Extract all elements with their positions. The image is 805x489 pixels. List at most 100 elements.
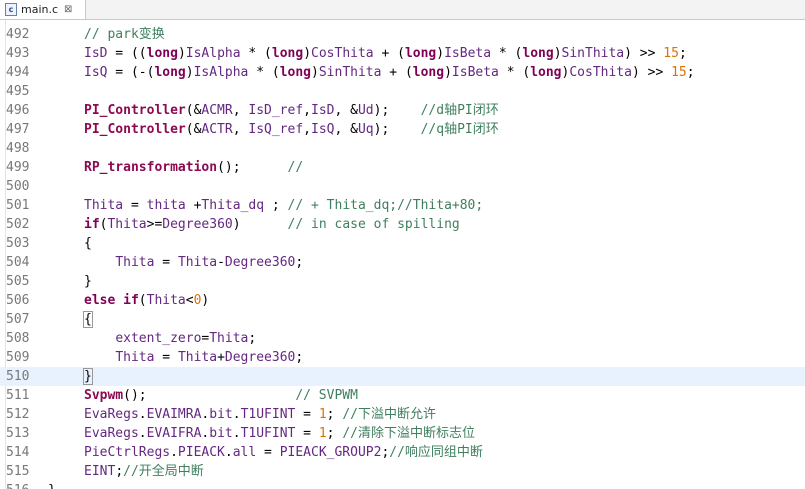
code-text[interactable]: RP_transformation(); // xyxy=(84,158,303,177)
code-line[interactable]: 507 { xyxy=(0,310,805,329)
code-line[interactable]: 512 EvaRegs.EVAIMRA.bit.T1UFINT = 1; //下溢… xyxy=(0,405,805,424)
code-token: IsBeta xyxy=(444,46,492,61)
code-token: long xyxy=(154,65,186,80)
code-line[interactable]: 499 RP_transformation(); // xyxy=(0,158,805,177)
code-text[interactable]: if(Thita>=Degree360) // in case of spill… xyxy=(84,215,460,234)
code-token: long xyxy=(404,46,437,61)
code-line[interactable]: 515 EINT;//开全局中断 xyxy=(0,462,805,481)
line-number: 501 xyxy=(6,198,30,213)
line-number: 507 xyxy=(6,312,30,327)
line-number: 509 xyxy=(6,350,30,365)
code-token: ) >> xyxy=(624,46,664,61)
code-token: ; xyxy=(295,255,304,270)
code-token: T1UFINT xyxy=(240,426,296,441)
code-line[interactable]: 505} xyxy=(0,272,805,291)
code-token: PieCtrlRegs xyxy=(84,445,171,460)
code-line[interactable]: 504 Thita = Thita-Degree360; xyxy=(0,253,805,272)
code-line[interactable]: 500 xyxy=(0,177,805,196)
code-line[interactable]: 497 PI_Controller(&ACTR, IsQ_ref,IsQ, &Uq… xyxy=(0,120,805,139)
code-text[interactable]: EvaRegs.EVAIFRA.bit.T1UFINT = 1; //清除下溢中… xyxy=(84,424,475,443)
text-cursor xyxy=(91,368,93,383)
code-line[interactable]: 496 PI_Controller(&ACMR, IsD_ref,IsD, &Ud… xyxy=(0,101,805,120)
code-token: else xyxy=(84,293,116,308)
code-token: ) xyxy=(553,46,562,61)
code-token: ; xyxy=(264,198,288,213)
code-text[interactable]: } xyxy=(83,367,93,386)
code-token: PIEACK_GROUP2 xyxy=(279,445,382,460)
code-editor[interactable]: 492// park变换 493 IsD = ((long)IsAlpha * (l… xyxy=(0,20,805,489)
code-line[interactable]: 509 Thita = Thita+Degree360; xyxy=(0,348,805,367)
code-text[interactable]: else if(Thita<0) xyxy=(84,291,209,310)
code-line[interactable]: 506 else if(Thita<0) xyxy=(0,291,805,310)
line-number: 498 xyxy=(6,141,30,156)
code-token: // + Thita_dq;//Thita+80; xyxy=(287,198,484,213)
code-token: = xyxy=(295,426,319,441)
code-text[interactable]: } xyxy=(48,481,56,489)
line-number: 494 xyxy=(6,65,30,80)
code-token: , & xyxy=(334,103,358,118)
code-text[interactable]: EvaRegs.EVAIMRA.bit.T1UFINT = 1; //下溢中断允… xyxy=(84,405,436,424)
code-text[interactable]: PI_Controller(&ACTR, IsQ_ref,IsQ, &Uq); … xyxy=(84,120,499,139)
code-text[interactable]: extent_zero=Thita; xyxy=(84,329,256,348)
code-token: ACMR xyxy=(201,103,233,118)
code-line[interactable]: 494 IsQ = (-(long)IsAlpha * (long)SinThit… xyxy=(0,63,805,82)
code-text[interactable]: IsD = ((long)IsAlpha * (long)CosThita + … xyxy=(84,44,687,63)
code-token: . xyxy=(138,407,147,422)
line-number: 511 xyxy=(6,388,30,403)
code-token: IsQ_ref xyxy=(248,122,304,137)
code-line[interactable]: 516} xyxy=(0,481,805,489)
code-line[interactable]: 502 if(Thita>=Degree360) // in case of sp… xyxy=(0,215,805,234)
code-text[interactable]: EINT;//开全局中断 xyxy=(84,462,204,481)
code-text[interactable]: PieCtrlRegs.PIEACK.all = PIEACK_GROUP2;/… xyxy=(84,443,483,462)
code-token: long xyxy=(271,46,304,61)
code-line[interactable]: 510} xyxy=(0,367,805,386)
code-line[interactable]: 493 IsD = ((long)IsAlpha * (long)CosThita… xyxy=(0,44,805,63)
code-line[interactable]: 498 xyxy=(0,139,805,158)
code-token: bit xyxy=(209,407,233,422)
code-text[interactable]: { xyxy=(83,310,93,329)
code-token: = xyxy=(295,407,319,422)
code-line[interactable]: 501 Thita = thita +Thita_dq ; // + Thita_… xyxy=(0,196,805,215)
code-token: 1 xyxy=(318,407,327,422)
code-line[interactable]: 492 // park变换 xyxy=(0,25,805,44)
code-token: // park变换 xyxy=(84,27,165,42)
code-token: , xyxy=(303,103,311,118)
code-text[interactable]: { xyxy=(84,234,92,253)
code-token: < xyxy=(185,293,194,308)
line-number: 510 xyxy=(6,369,30,384)
line-number: 505 xyxy=(6,274,30,289)
code-text[interactable]: Thita = thita +Thita_dq ; // + Thita_dq;… xyxy=(84,196,483,215)
code-token: thita xyxy=(146,198,186,213)
code-token: long xyxy=(530,65,562,80)
code-text[interactable]: // park变换 xyxy=(84,25,165,44)
close-icon[interactable]: ⊠ xyxy=(64,4,72,15)
code-token: Degree360 xyxy=(224,255,296,270)
code-token: = (-( xyxy=(107,65,155,80)
code-token: ) xyxy=(444,65,452,80)
code-text[interactable]: Thita = Thita-Degree360; xyxy=(84,253,303,272)
code-line[interactable]: 495 xyxy=(0,82,805,101)
code-token: Thita xyxy=(115,350,155,365)
code-text[interactable]: Thita = Thita+Degree360; xyxy=(84,348,303,367)
code-token: Thita xyxy=(115,255,155,270)
line-number: 504 xyxy=(6,255,30,270)
code-token: long xyxy=(412,65,445,80)
code-token: PI_Controller xyxy=(84,122,186,137)
code-text[interactable]: } xyxy=(84,272,92,291)
code-token: //响应同组中断 xyxy=(389,445,483,460)
code-line[interactable]: 514 PieCtrlRegs.PIEACK.all = PIEACK_GROUP… xyxy=(0,443,805,462)
code-line[interactable]: 513 EvaRegs.EVAIFRA.bit.T1UFINT = 1; //清除… xyxy=(0,424,805,443)
line-number: 499 xyxy=(6,160,30,175)
code-text[interactable]: IsQ = (-(long)IsAlpha * (long)SinThita +… xyxy=(84,63,695,82)
tab-main-c[interactable]: c main.c ⊠ xyxy=(0,0,86,19)
code-text[interactable]: Svpwm(); // SVPWM xyxy=(84,386,358,405)
line-number: 493 xyxy=(6,46,30,61)
code-line[interactable]: 511 Svpwm(); // SVPWM xyxy=(0,386,805,405)
code-token: if xyxy=(123,293,139,308)
code-text[interactable]: PI_Controller(&ACMR, IsD_ref,IsD, &Ud); … xyxy=(84,101,499,120)
code-line[interactable]: 503 { xyxy=(0,234,805,253)
code-token: = xyxy=(256,445,280,460)
code-token: IsQ xyxy=(311,122,335,137)
code-line[interactable]: 508 extent_zero=Thita; xyxy=(0,329,805,348)
